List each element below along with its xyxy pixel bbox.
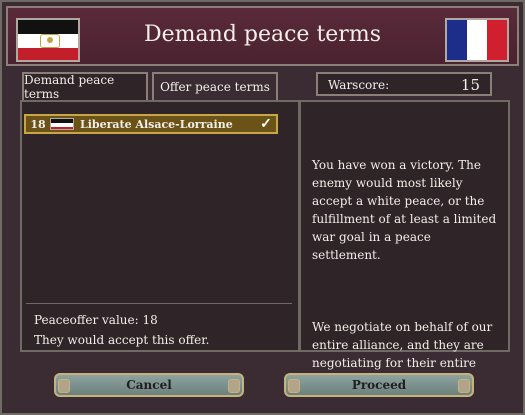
peace-offer-summary: Peaceoffer value: 18 They would accept t… — [34, 310, 209, 350]
info-paragraph-1: You have won a victory. The enemy would … — [312, 158, 497, 262]
warscore-label: Warscore: — [328, 78, 390, 92]
info-text: You have won a victory. The enemy would … — [312, 138, 497, 408]
tab-label: Demand peace terms — [24, 73, 115, 101]
small-german-flag-icon — [50, 118, 74, 130]
war-goal-cost: 18 — [30, 117, 46, 131]
war-goal-label: Liberate Alsace-Lorraine — [80, 117, 233, 131]
cancel-button[interactable]: Cancel — [54, 373, 244, 397]
tab-label: Offer peace terms — [160, 80, 270, 94]
peaceoffer-value: Peaceoffer value: 18 — [34, 313, 158, 327]
warscore-box: Warscore: 15 — [316, 72, 492, 96]
warscore-value: 15 — [460, 76, 480, 94]
tab-demand-peace-terms[interactable]: Demand peace terms — [22, 72, 148, 101]
dialog-title: Demand peace terms — [144, 22, 381, 47]
proceed-button[interactable]: Proceed — [284, 373, 474, 397]
acceptance-text: They would accept this offer. — [34, 333, 210, 347]
proceed-label: Proceed — [351, 378, 407, 392]
tab-offer-peace-terms[interactable]: Offer peace terms — [152, 72, 278, 100]
war-goal-row[interactable]: 18 Liberate Alsace-Lorraine ✓ — [24, 114, 278, 134]
divider — [26, 303, 292, 304]
cancel-label: Cancel — [126, 378, 172, 392]
checkmark-icon: ✓ — [260, 116, 272, 132]
